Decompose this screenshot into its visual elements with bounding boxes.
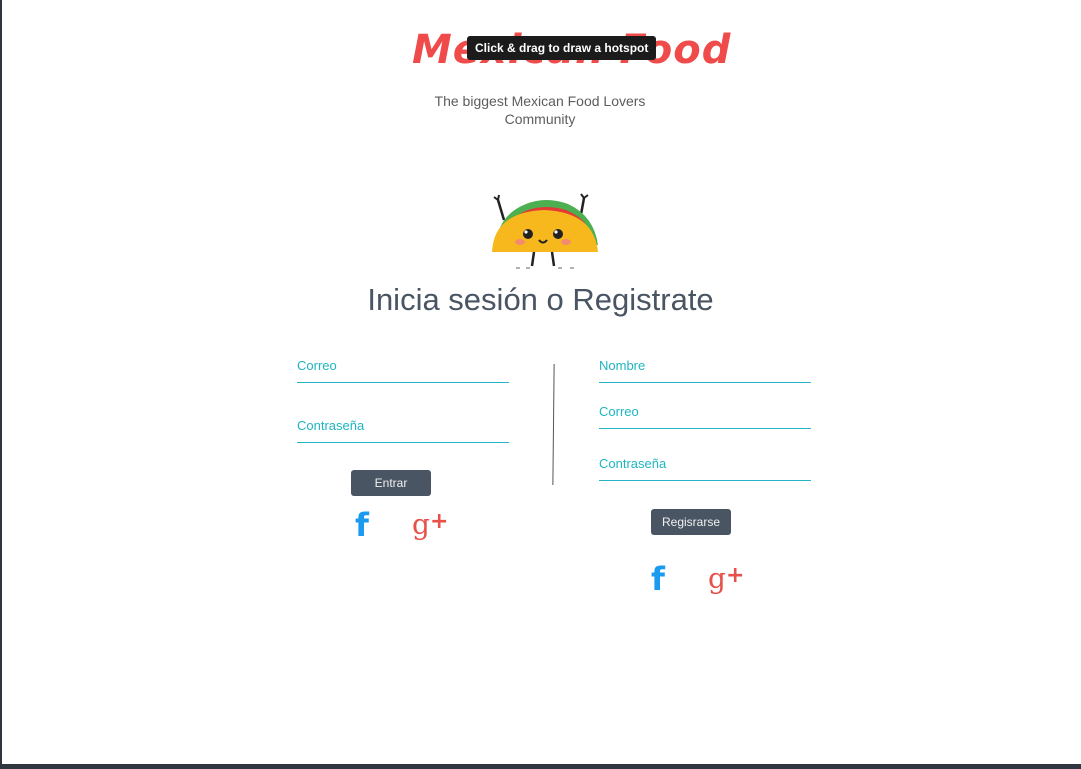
login-password-field[interactable]: Contraseña [297,416,509,443]
page-title: Inicia sesión o Registrate [367,282,714,317]
register-facebook-icon[interactable]: f [648,562,668,596]
register-password-label: Contraseña [599,456,667,471]
taco-illustration [492,193,598,269]
register-google-plus-icon[interactable]: g+ [708,562,744,596]
google-g-glyph: g [412,508,430,541]
register-email-field[interactable]: Correo [599,402,811,429]
login-password-label: Contraseña [297,418,365,433]
facebook-icon[interactable]: f [352,508,372,542]
register-email-label: Correo [599,404,639,419]
register-google-plus-glyph: + [725,563,745,588]
google-plus-icon[interactable]: g+ [412,508,448,542]
login-email-label: Correo [297,358,337,373]
register-password-field[interactable]: Contraseña [599,454,811,481]
login-button[interactable]: Entrar [351,470,431,496]
login-email-field[interactable]: Correo [297,356,509,383]
tagline: The biggest Mexican Food Lovers Communit… [434,93,646,127]
register-name-label: Nombre [599,358,646,373]
register-button[interactable]: Regisrarse [651,509,731,535]
register-google-g-glyph: g [708,562,726,595]
google-plus-glyph: + [429,509,449,534]
register-name-field[interactable]: Nombre [599,356,811,383]
hotspot-tooltip: Click & drag to draw a hotspot [467,36,657,60]
